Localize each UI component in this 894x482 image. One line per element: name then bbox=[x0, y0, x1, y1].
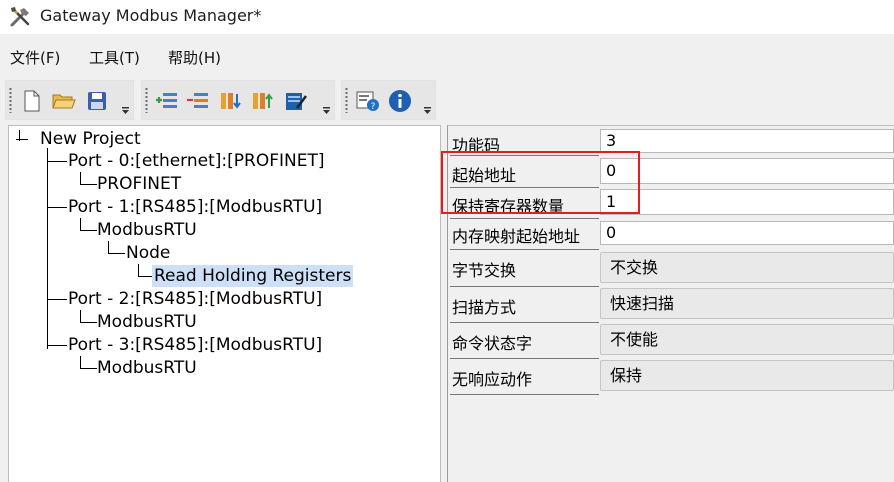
tree-connector bbox=[47, 161, 67, 162]
help-topics-icon[interactable]: ? bbox=[356, 89, 380, 113]
tree-port-3[interactable]: Port - 3:[RS485]:[ModbusRTU] bbox=[68, 334, 322, 356]
tree-protocol-modbusrtu-1[interactable]: ModbusRTU bbox=[97, 219, 197, 241]
menu-bar: 文件(F) 工具(T) 帮助(H) bbox=[0, 34, 894, 74]
tree-connector bbox=[108, 253, 125, 254]
open-folder-icon[interactable] bbox=[52, 89, 76, 113]
toolbar-edit-group bbox=[141, 80, 335, 120]
tree-port-0[interactable]: Port - 0:[ethernet]:[PROFINET] bbox=[68, 150, 324, 172]
tree-connector bbox=[80, 322, 97, 323]
tree-connector bbox=[16, 139, 28, 140]
tree-root-project[interactable]: New Project bbox=[40, 128, 141, 150]
toolbar-grip[interactable] bbox=[145, 87, 148, 113]
menu-file[interactable]: 文件(F) bbox=[10, 47, 60, 68]
window-title: Gateway Modbus Manager* bbox=[40, 6, 262, 25]
tree-connector bbox=[80, 368, 97, 369]
prop-scan-mode-select[interactable]: 快速扫描 bbox=[600, 288, 894, 319]
row-divider bbox=[450, 249, 599, 250]
toolbar-overflow-icon[interactable] bbox=[121, 107, 130, 115]
toolbar-help-group: ? bbox=[341, 80, 436, 120]
tree-connector bbox=[138, 276, 152, 277]
row-divider bbox=[450, 286, 599, 287]
new-file-icon[interactable] bbox=[20, 89, 44, 113]
menu-tools[interactable]: 工具(T) bbox=[89, 47, 140, 68]
tree-read-holding-registers[interactable]: Read Holding Registers bbox=[152, 265, 354, 287]
prop-command-status-select[interactable]: 不使能 bbox=[600, 324, 894, 355]
prop-memory-map-address-field[interactable]: 0 bbox=[600, 221, 894, 245]
add-item-icon[interactable] bbox=[155, 89, 179, 113]
toolbar-overflow-icon[interactable] bbox=[322, 107, 331, 115]
info-icon[interactable] bbox=[388, 89, 412, 113]
prop-label-memory-map-address: 内存映射起始地址 bbox=[452, 227, 581, 246]
toolbar-file-group bbox=[5, 80, 134, 120]
prop-start-address-field[interactable]: 0 bbox=[600, 158, 894, 184]
tree-port-2[interactable]: Port - 2:[RS485]:[ModbusRTU] bbox=[68, 288, 322, 310]
tree-protocol-modbusrtu-3[interactable]: ModbusRTU bbox=[97, 357, 197, 379]
prop-label-byte-swap: 字节交换 bbox=[452, 261, 517, 280]
import-icon[interactable] bbox=[218, 89, 242, 113]
edit-notes-icon[interactable] bbox=[284, 89, 308, 113]
row-divider bbox=[450, 358, 599, 359]
prop-label-command-status: 命令状态字 bbox=[452, 334, 533, 353]
menu-help[interactable]: 帮助(H) bbox=[168, 47, 221, 68]
toolbar-overflow-icon[interactable] bbox=[423, 107, 432, 115]
prop-function-code-field[interactable]: 3 bbox=[600, 129, 894, 153]
project-tree[interactable]: New Project Port - 0:[ethernet]:[PROFINE… bbox=[8, 125, 441, 482]
tree-connector bbox=[47, 207, 67, 208]
export-icon[interactable] bbox=[250, 89, 274, 113]
row-divider bbox=[450, 394, 599, 395]
title-bar: Gateway Modbus Manager* bbox=[0, 0, 894, 34]
tree-node[interactable]: Node bbox=[126, 242, 170, 264]
annotation-highlight-box bbox=[441, 151, 640, 214]
row-divider bbox=[450, 218, 599, 219]
prop-label-scan-mode: 扫描方式 bbox=[452, 298, 517, 317]
prop-label-no-response-action: 无响应动作 bbox=[452, 370, 533, 389]
tree-connector bbox=[47, 345, 67, 346]
prop-byte-swap-select[interactable]: 不交换 bbox=[600, 252, 894, 283]
tree-protocol-profinet[interactable]: PROFINET bbox=[97, 173, 181, 195]
remove-item-icon[interactable] bbox=[186, 89, 210, 113]
tree-connector bbox=[80, 184, 97, 185]
tools-app-icon bbox=[9, 6, 33, 28]
toolbar-grip[interactable] bbox=[345, 87, 348, 113]
row-divider bbox=[450, 322, 599, 323]
tree-connector bbox=[47, 299, 67, 300]
toolbar-grip[interactable] bbox=[9, 87, 12, 113]
tree-port-1[interactable]: Port - 1:[RS485]:[ModbusRTU] bbox=[68, 196, 322, 218]
prop-register-count-field[interactable]: 1 bbox=[600, 189, 894, 215]
tree-protocol-modbusrtu-2[interactable]: ModbusRTU bbox=[97, 311, 197, 333]
svg-text:?: ? bbox=[371, 102, 376, 112]
prop-no-response-action-select[interactable]: 保持 bbox=[600, 360, 894, 391]
tree-connector bbox=[47, 148, 48, 349]
save-icon[interactable] bbox=[85, 89, 109, 113]
tree-connector bbox=[80, 230, 97, 231]
